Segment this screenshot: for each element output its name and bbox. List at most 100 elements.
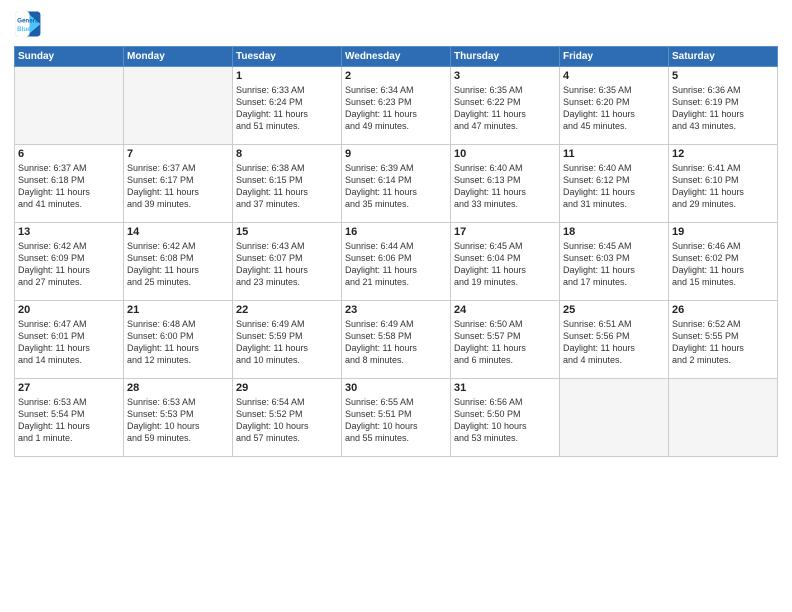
- col-header-saturday: Saturday: [669, 47, 778, 67]
- day-number: 11: [563, 148, 665, 160]
- day-number: 1: [236, 70, 338, 82]
- day-info: Sunrise: 6:52 AM Sunset: 5:55 PM Dayligh…: [672, 318, 774, 367]
- calendar-cell: 7 Sunrise: 6:37 AM Sunset: 6:17 PM Daylig…: [124, 145, 233, 223]
- col-header-monday: Monday: [124, 47, 233, 67]
- day-info: Sunrise: 6:41 AM Sunset: 6:10 PM Dayligh…: [672, 162, 774, 211]
- col-header-sunday: Sunday: [15, 47, 124, 67]
- day-number: 5: [672, 70, 774, 82]
- calendar-cell: 6 Sunrise: 6:37 AM Sunset: 6:18 PM Daylig…: [15, 145, 124, 223]
- day-info: Sunrise: 6:43 AM Sunset: 6:07 PM Dayligh…: [236, 240, 338, 289]
- day-info: Sunrise: 6:47 AM Sunset: 6:01 PM Dayligh…: [18, 318, 120, 367]
- header: General Blue: [14, 10, 778, 38]
- day-info: Sunrise: 6:45 AM Sunset: 6:03 PM Dayligh…: [563, 240, 665, 289]
- calendar-cell: 19 Sunrise: 6:46 AM Sunset: 6:02 PM Dayli…: [669, 223, 778, 301]
- day-number: 3: [454, 70, 556, 82]
- day-number: 25: [563, 304, 665, 316]
- day-info: Sunrise: 6:42 AM Sunset: 6:09 PM Dayligh…: [18, 240, 120, 289]
- calendar-cell: 27Sunrise: 6:53 AM Sunset: 5:54 PM Dayli…: [15, 379, 124, 457]
- col-header-tuesday: Tuesday: [233, 47, 342, 67]
- week-row-2: 6 Sunrise: 6:37 AM Sunset: 6:18 PM Daylig…: [15, 145, 778, 223]
- day-number: 6: [18, 148, 120, 160]
- day-info: Sunrise: 6:42 AM Sunset: 6:08 PM Dayligh…: [127, 240, 229, 289]
- page-container: General Blue SundayMondayTuesdayWednesda…: [0, 0, 792, 465]
- calendar-cell: [560, 379, 669, 457]
- day-number: 18: [563, 226, 665, 238]
- day-info: Sunrise: 6:37 AM Sunset: 6:17 PM Dayligh…: [127, 162, 229, 211]
- day-info: Sunrise: 6:37 AM Sunset: 6:18 PM Dayligh…: [18, 162, 120, 211]
- calendar-cell: 1 Sunrise: 6:33 AM Sunset: 6:24 PM Daylig…: [233, 67, 342, 145]
- day-number: 23: [345, 304, 447, 316]
- calendar-cell: 14Sunrise: 6:42 AM Sunset: 6:08 PM Dayli…: [124, 223, 233, 301]
- svg-text:Blue: Blue: [17, 26, 31, 33]
- day-info: Sunrise: 6:33 AM Sunset: 6:24 PM Dayligh…: [236, 84, 338, 133]
- calendar-cell: [669, 379, 778, 457]
- day-number: 7: [127, 148, 229, 160]
- day-number: 15: [236, 226, 338, 238]
- day-info: Sunrise: 6:53 AM Sunset: 5:53 PM Dayligh…: [127, 396, 229, 445]
- calendar-cell: 8 Sunrise: 6:38 AM Sunset: 6:15 PM Daylig…: [233, 145, 342, 223]
- day-number: 2: [345, 70, 447, 82]
- day-number: 22: [236, 304, 338, 316]
- calendar-cell: 9Sunrise: 6:39 AM Sunset: 6:14 PM Daylig…: [342, 145, 451, 223]
- calendar-cell: 17 Sunrise: 6:45 AM Sunset: 6:04 PM Dayli…: [451, 223, 560, 301]
- day-number: 17: [454, 226, 556, 238]
- day-info: Sunrise: 6:38 AM Sunset: 6:15 PM Dayligh…: [236, 162, 338, 211]
- svg-text:General: General: [17, 17, 40, 24]
- day-info: Sunrise: 6:44 AM Sunset: 6:06 PM Dayligh…: [345, 240, 447, 289]
- col-header-thursday: Thursday: [451, 47, 560, 67]
- day-number: 28: [127, 382, 229, 394]
- calendar-cell: 4 Sunrise: 6:35 AM Sunset: 6:20 PM Daylig…: [560, 67, 669, 145]
- day-info: Sunrise: 6:40 AM Sunset: 6:12 PM Dayligh…: [563, 162, 665, 211]
- day-info: Sunrise: 6:49 AM Sunset: 5:59 PM Dayligh…: [236, 318, 338, 367]
- logo: General Blue: [14, 10, 42, 38]
- calendar-cell: 26 Sunrise: 6:52 AM Sunset: 5:55 PM Dayli…: [669, 301, 778, 379]
- day-number: 31: [454, 382, 556, 394]
- calendar-cell: 2 Sunrise: 6:34 AM Sunset: 6:23 PM Daylig…: [342, 67, 451, 145]
- week-row-4: 20 Sunrise: 6:47 AM Sunset: 6:01 PM Dayli…: [15, 301, 778, 379]
- day-number: 20: [18, 304, 120, 316]
- day-number: 16: [345, 226, 447, 238]
- calendar-cell: 25 Sunrise: 6:51 AM Sunset: 5:56 PM Dayli…: [560, 301, 669, 379]
- day-number: 13: [18, 226, 120, 238]
- day-number: 26: [672, 304, 774, 316]
- day-number: 8: [236, 148, 338, 160]
- calendar-cell: 24 Sunrise: 6:50 AM Sunset: 5:57 PM Dayli…: [451, 301, 560, 379]
- calendar-cell: 5 Sunrise: 6:36 AM Sunset: 6:19 PM Daylig…: [669, 67, 778, 145]
- calendar-cell: 11 Sunrise: 6:40 AM Sunset: 6:12 PM Dayli…: [560, 145, 669, 223]
- calendar-cell: [15, 67, 124, 145]
- day-info: Sunrise: 6:35 AM Sunset: 6:20 PM Dayligh…: [563, 84, 665, 133]
- day-info: Sunrise: 6:50 AM Sunset: 5:57 PM Dayligh…: [454, 318, 556, 367]
- calendar-cell: 13 Sunrise: 6:42 AM Sunset: 6:09 PM Dayli…: [15, 223, 124, 301]
- calendar-cell: 21Sunrise: 6:48 AM Sunset: 6:00 PM Dayli…: [124, 301, 233, 379]
- calendar-cell: 20 Sunrise: 6:47 AM Sunset: 6:01 PM Dayli…: [15, 301, 124, 379]
- day-info: Sunrise: 6:46 AM Sunset: 6:02 PM Dayligh…: [672, 240, 774, 289]
- day-info: Sunrise: 6:55 AM Sunset: 5:51 PM Dayligh…: [345, 396, 447, 445]
- day-number: 30: [345, 382, 447, 394]
- calendar-cell: 31 Sunrise: 6:56 AM Sunset: 5:50 PM Dayli…: [451, 379, 560, 457]
- day-info: Sunrise: 6:49 AM Sunset: 5:58 PM Dayligh…: [345, 318, 447, 367]
- day-number: 4: [563, 70, 665, 82]
- day-number: 27: [18, 382, 120, 394]
- day-number: 21: [127, 304, 229, 316]
- logo-icon: General Blue: [14, 10, 42, 38]
- calendar-cell: 18 Sunrise: 6:45 AM Sunset: 6:03 PM Dayli…: [560, 223, 669, 301]
- day-info: Sunrise: 6:39 AM Sunset: 6:14 PM Dayligh…: [345, 162, 447, 211]
- col-header-wednesday: Wednesday: [342, 47, 451, 67]
- day-info: Sunrise: 6:51 AM Sunset: 5:56 PM Dayligh…: [563, 318, 665, 367]
- day-number: 24: [454, 304, 556, 316]
- day-number: 29: [236, 382, 338, 394]
- calendar-cell: 10Sunrise: 6:40 AM Sunset: 6:13 PM Dayli…: [451, 145, 560, 223]
- day-info: Sunrise: 6:56 AM Sunset: 5:50 PM Dayligh…: [454, 396, 556, 445]
- calendar-cell: 28 Sunrise: 6:53 AM Sunset: 5:53 PM Dayli…: [124, 379, 233, 457]
- week-row-1: 1 Sunrise: 6:33 AM Sunset: 6:24 PM Daylig…: [15, 67, 778, 145]
- day-info: Sunrise: 6:36 AM Sunset: 6:19 PM Dayligh…: [672, 84, 774, 133]
- calendar-cell: 16 Sunrise: 6:44 AM Sunset: 6:06 PM Dayli…: [342, 223, 451, 301]
- calendar-cell: 22 Sunrise: 6:49 AM Sunset: 5:59 PM Dayli…: [233, 301, 342, 379]
- calendar-cell: 29 Sunrise: 6:54 AM Sunset: 5:52 PM Dayli…: [233, 379, 342, 457]
- day-number: 19: [672, 226, 774, 238]
- calendar-cell: 15 Sunrise: 6:43 AM Sunset: 6:07 PM Dayli…: [233, 223, 342, 301]
- day-info: Sunrise: 6:54 AM Sunset: 5:52 PM Dayligh…: [236, 396, 338, 445]
- day-info: Sunrise: 6:45 AM Sunset: 6:04 PM Dayligh…: [454, 240, 556, 289]
- day-info: Sunrise: 6:35 AM Sunset: 6:22 PM Dayligh…: [454, 84, 556, 133]
- day-info: Sunrise: 6:34 AM Sunset: 6:23 PM Dayligh…: [345, 84, 447, 133]
